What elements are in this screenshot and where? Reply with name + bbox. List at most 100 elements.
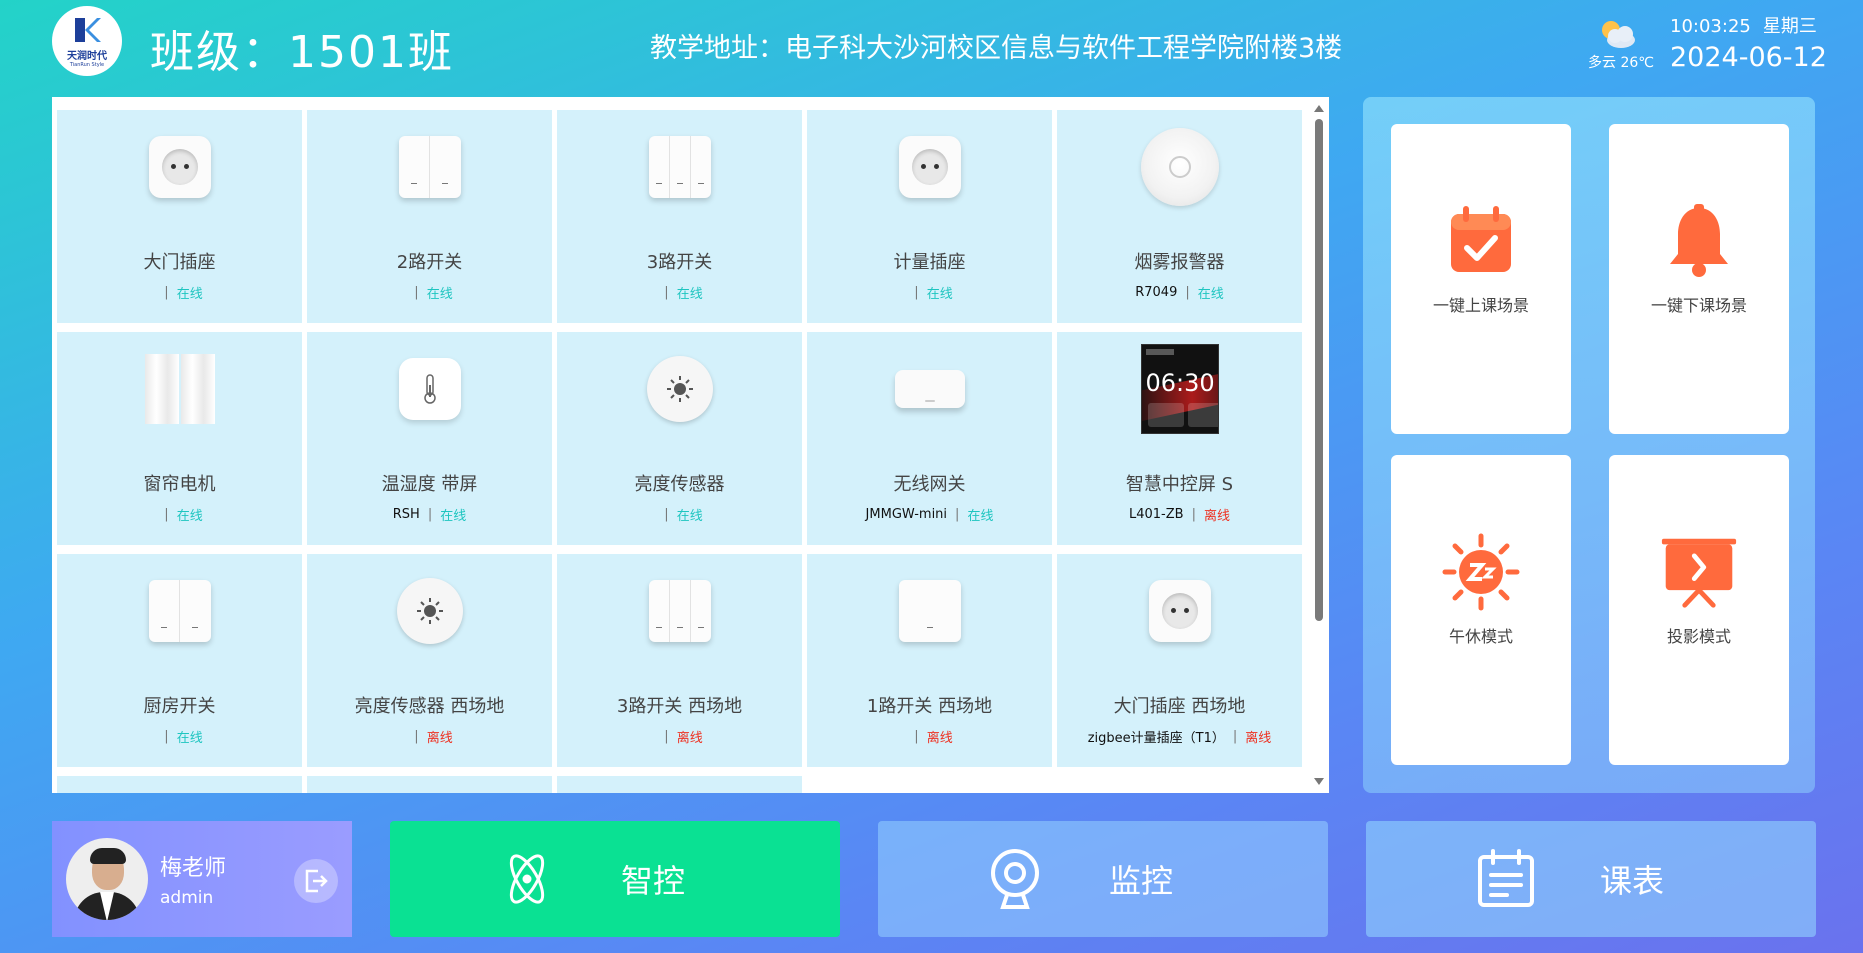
logout-button[interactable] [294,859,338,903]
sun-sleep-icon [1442,533,1520,611]
device-name: 1路开关 西场地 [866,696,993,717]
device-status: 离线 [426,731,453,746]
device-model: R7049 [1135,285,1178,300]
device-card-partial[interactable] [57,776,302,793]
device-status: 离线 [926,731,953,746]
device-name: 厨房开关 [143,696,216,717]
device-card[interactable]: 3路开关 西场地 | 离线 [557,554,802,767]
device-card[interactable]: 1路开关 西场地 | 离线 [807,554,1052,767]
device-image: 06:30 [1140,344,1219,434]
device-panel: 大门插座 | 在线 2路开关 | 在线 3路开关 | 在线 计量插座 | 在线 烟雾报警器 R7049 | 在… [52,97,1329,793]
device-card[interactable]: 烟雾报警器 R7049 | 在线 [1057,110,1302,323]
device-name: 无线网关 [893,474,966,495]
device-card[interactable]: 2路开关 | 在线 [307,110,552,323]
device-card[interactable]: 亮度传感器 | 在线 [557,332,802,545]
separator: | [164,729,169,744]
device-image [141,128,219,206]
scene-class-start-button[interactable]: 一键上课场景 [1391,124,1571,434]
scene-class-end-button[interactable]: 一键下课场景 [1609,124,1789,434]
device-card[interactable]: 窗帘电机 | 在线 [57,332,302,545]
nav-label: 监控 [1109,862,1174,900]
device-image [641,128,719,206]
separator: | [1232,729,1238,744]
smoke-device-icon [1140,128,1219,206]
device-image [641,350,719,428]
bright-device-icon [646,356,713,422]
user-role: admin [160,888,214,908]
device-card[interactable]: 大门插座 | 在线 [57,110,302,323]
device-meta: | 在线 [156,505,202,524]
device-name: 2路开关 [396,252,463,273]
scroll-down-arrow-icon[interactable] [1314,778,1324,785]
device-card[interactable]: 大门插座 西场地 zigbee计量插座（T1） | 离线 [1057,554,1302,767]
device-card-partial[interactable] [557,776,802,793]
separator: | [664,729,669,744]
device-status: 在线 [676,287,703,302]
device-card[interactable]: 厨房开关 | 在线 [57,554,302,767]
device-card[interactable]: 3路开关 | 在线 [557,110,802,323]
device-image [891,128,969,206]
nav-schedule-button[interactable]: 课表 [1366,821,1816,937]
socket-device-icon [148,136,211,198]
device-card[interactable]: 06:30 智慧中控屏 S L401-ZB | 离线 [1057,332,1302,545]
device-meta: JMMGW-mini | 在线 [866,505,994,524]
separator: | [1191,507,1196,522]
user-profile: 梅老师 admin [52,821,352,937]
device-image [141,350,219,428]
switch-2-device-icon [398,136,461,198]
logo: 天润时代 TianRun Style [52,6,122,76]
scene-label: 投影模式 [1666,627,1731,646]
device-name: 3路开关 西场地 [616,696,743,717]
socket-device-icon [1148,580,1211,642]
device-card[interactable]: 无线网关 JMMGW-mini | 在线 [807,332,1052,545]
thermo-device-icon [398,358,461,420]
projector-icon [1660,533,1738,611]
device-model: RSH [392,507,420,522]
device-name: 亮度传感器 西场地 [354,696,505,717]
separator: | [414,729,419,744]
device-status: 在线 [926,287,953,302]
device-image [141,572,219,650]
nav-smart-control-button[interactable]: 智控 [390,821,840,937]
device-name: 大门插座 [143,252,216,273]
separator: | [664,507,669,522]
scene-projector-mode-button[interactable]: 投影模式 [1609,455,1789,765]
device-card[interactable]: 亮度传感器 西场地 | 离线 [307,554,552,767]
switch-2-device-icon [148,580,211,642]
device-name: 大门插座 西场地 [1113,696,1246,717]
device-status: 在线 [967,509,994,524]
separator: | [427,507,433,522]
device-meta: | 在线 [156,283,202,302]
device-meta: | 在线 [656,283,702,302]
device-meta: zigbee计量插座（T1） | 离线 [1088,727,1272,746]
device-card-partial[interactable] [307,776,552,793]
device-image [391,572,469,650]
device-status: 在线 [176,731,203,746]
device-image [391,350,469,428]
separator: | [414,285,419,300]
device-name: 计量插座 [893,252,966,273]
device-image [891,572,969,650]
scroll-thumb[interactable] [1315,119,1323,621]
device-status: 离线 [1203,509,1230,524]
nav-monitor-button[interactable]: 监控 [878,821,1328,937]
scene-nap-mode-button[interactable]: 午休模式 [1391,455,1571,765]
logo-text: 天润时代 [67,51,107,62]
screen-device-icon: 06:30 [1140,344,1219,434]
device-scrollbar[interactable] [1309,97,1329,793]
device-grid: 大门插座 | 在线 2路开关 | 在线 3路开关 | 在线 计量插座 | 在线 烟雾报警器 R7049 | 在… [57,110,1310,793]
logo-subtext: TianRun Style [69,62,105,68]
separator: | [955,507,960,522]
scene-panel: 一键上课场景 一键下课场景 午休模式 投影模式 [1363,97,1815,793]
atom-icon [495,847,559,911]
class-title: 班级：1501班 [150,16,454,80]
device-meta: | 离线 [656,727,702,746]
avatar [66,838,148,920]
device-name: 智慧中控屏 S [1125,474,1234,495]
scroll-up-arrow-icon[interactable] [1314,105,1324,112]
partly-cloudy-icon [1602,21,1635,48]
device-card[interactable]: 温湿度 带屏 RSH | 在线 [307,332,552,545]
device-status: 离线 [676,731,703,746]
webcam-icon [983,847,1047,911]
device-card[interactable]: 计量插座 | 在线 [807,110,1052,323]
